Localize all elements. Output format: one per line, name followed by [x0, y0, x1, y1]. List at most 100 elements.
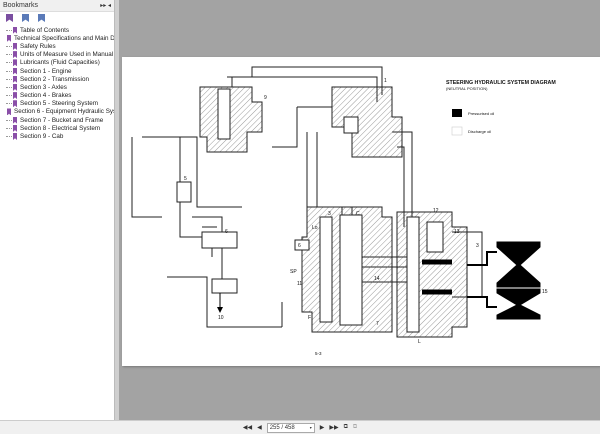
- tree-line: [6, 45, 12, 47]
- add-bookmark-icon[interactable]: [38, 14, 45, 22]
- bookmark-label: Section 8 - Electrical System: [20, 124, 101, 132]
- bookmark-label: Safety Rules: [20, 42, 56, 50]
- tree-line: [6, 95, 12, 97]
- page-number-label: 5-3: [315, 351, 322, 356]
- bookmark-icon: [13, 51, 17, 59]
- tree-line: [6, 54, 12, 56]
- bookmark-label: Section 4 - Brakes: [20, 92, 72, 100]
- bookmark-label: Section 2 - Transmission: [20, 75, 89, 83]
- bookmarks-title: Bookmarks: [3, 2, 39, 9]
- tree-line: [6, 86, 12, 88]
- bookmark-item[interactable]: Section 9 - Cab: [6, 132, 114, 141]
- previous-view-icon[interactable]: ⧉: [344, 424, 348, 431]
- first-page-button[interactable]: ◀◀: [243, 424, 252, 431]
- callout: 11: [297, 281, 302, 287]
- bookmark-label: Technical Specifications and Main Data: [14, 34, 114, 42]
- panel-splitter[interactable]: [115, 0, 119, 420]
- bookmark-item[interactable]: Lubricants (Fluid Capacities): [6, 59, 114, 67]
- tree-line: [6, 62, 12, 64]
- callout: 5: [184, 176, 187, 182]
- bookmark-item[interactable]: Section 7 - Bucket and Frame: [6, 116, 114, 124]
- bookmark-item[interactable]: Safety Rules: [6, 42, 114, 50]
- tree-line: [6, 119, 12, 121]
- bookmark-icon: [13, 100, 17, 108]
- callout: 3: [328, 211, 331, 217]
- legend-pressurised-swatch: [452, 109, 462, 117]
- callout: 12: [433, 208, 439, 214]
- bookmark-icon: [13, 42, 17, 50]
- tree-line: [6, 70, 12, 72]
- next-page-button[interactable]: ▶: [320, 424, 325, 431]
- bookmark-label: Section 5 - Steering System: [20, 100, 99, 108]
- previous-page-button[interactable]: ◀: [257, 424, 262, 431]
- tree-line: [6, 103, 12, 105]
- bookmark-label: Units of Measure Used in Manual: [20, 51, 114, 59]
- callout: 3: [476, 243, 479, 249]
- callout: 1: [384, 78, 387, 84]
- expand-bookmark-icon[interactable]: [22, 14, 29, 22]
- bookmark-icon: [13, 75, 17, 83]
- bookmark-label: Lubricants (Fluid Capacities): [20, 59, 100, 67]
- bookmark-item[interactable]: Units of Measure Used in Manual: [6, 51, 114, 59]
- page-number-value: 255 / 458: [269, 424, 295, 431]
- bookmark-item[interactable]: Technical Specifications and Main Data: [6, 34, 114, 42]
- callout: SP: [290, 269, 297, 275]
- diagram-subtitle: (NEUTRAL POSITION): [446, 86, 488, 91]
- legend-discharge-label: Discharge oil: [468, 129, 491, 134]
- bookmark-icon: [13, 92, 17, 100]
- bookmark-icon: [13, 67, 17, 75]
- page-number-input[interactable]: 255 / 458 ▾: [266, 422, 315, 433]
- bookmark-icon: [7, 34, 11, 42]
- bookmark-label: Section 6 - Equipment Hydraulic System: [14, 108, 114, 116]
- callout: F: [308, 315, 311, 321]
- bookmark-item[interactable]: Section 2 - Transmission: [6, 75, 114, 83]
- next-view-icon[interactable]: ⧉: [353, 424, 357, 431]
- valve-block-1: [331, 86, 403, 158]
- callout: C: [356, 211, 360, 217]
- component-5: [176, 181, 192, 203]
- bookmark-tree: Table of Contents Technical Specification…: [0, 26, 114, 141]
- callout: L: [418, 339, 421, 345]
- callout: Lo: [312, 225, 318, 231]
- bookmark-label: Section 7 - Bucket and Frame: [20, 116, 104, 124]
- legend-pressurised-label: Pressurised oil: [468, 111, 494, 116]
- tank-10: [211, 278, 238, 294]
- tree-line: [6, 136, 12, 138]
- bookmark-item[interactable]: Section 3 - Axles: [6, 83, 114, 91]
- last-page-button[interactable]: ▶▶: [329, 424, 338, 431]
- bookmark-label: Section 9 - Cab: [20, 133, 64, 141]
- tree-line: [6, 78, 12, 80]
- callout: 9: [264, 95, 267, 101]
- valve-block-9: [199, 86, 263, 153]
- bookmark-item[interactable]: Table of Contents: [6, 26, 114, 34]
- bookmark-icon: [13, 116, 17, 124]
- panel-controls[interactable]: ▸▸ ◂: [100, 2, 111, 9]
- bookmark-label: Table of Contents: [20, 26, 70, 34]
- bookmarks-header: Bookmarks ▸▸ ◂: [0, 0, 114, 12]
- bookmark-options-icon[interactable]: [6, 14, 13, 22]
- bookmark-item[interactable]: Section 6 - Equipment Hydraulic System: [6, 108, 114, 116]
- bookmark-item[interactable]: Section 4 - Brakes: [6, 92, 114, 100]
- callout: 6: [225, 229, 228, 235]
- callout: 14: [374, 276, 380, 282]
- tree-line: [6, 29, 12, 31]
- bookmark-icon: [13, 26, 17, 34]
- callout: 10: [218, 315, 224, 321]
- bookmark-icon: [13, 133, 17, 141]
- callout: 7: [376, 321, 379, 327]
- hydraulic-diagram: 1 9 5 6 10 3 C 12 13 3 SP 11 6 14 F 7 L …: [131, 66, 556, 356]
- bookmark-icon: [13, 83, 17, 91]
- bookmark-label: Section 3 - Axles: [20, 83, 67, 91]
- pdf-page: 1 9 5 6 10 3 C 12 13 3 SP 11 6 14 F 7 L …: [122, 57, 600, 366]
- bookmark-item[interactable]: Section 8 - Electrical System: [6, 124, 114, 132]
- bookmark-item[interactable]: Section 5 - Steering System: [6, 100, 114, 108]
- navigation-bar: ◀◀ ◀ 255 / 458 ▾ ▶ ▶▶ ⧉ ⧉: [0, 420, 600, 434]
- bookmark-icon: [7, 108, 11, 116]
- bookmark-icon: [13, 124, 17, 132]
- bookmark-item[interactable]: Section 1 - Engine: [6, 67, 114, 75]
- bookmarks-toolbar: [0, 12, 114, 24]
- callout: 13: [454, 229, 460, 235]
- bookmark-icon: [13, 59, 17, 67]
- callout: 6: [298, 243, 301, 249]
- bookmarks-panel: Bookmarks ▸▸ ◂ Table of Contents Technica…: [0, 0, 115, 420]
